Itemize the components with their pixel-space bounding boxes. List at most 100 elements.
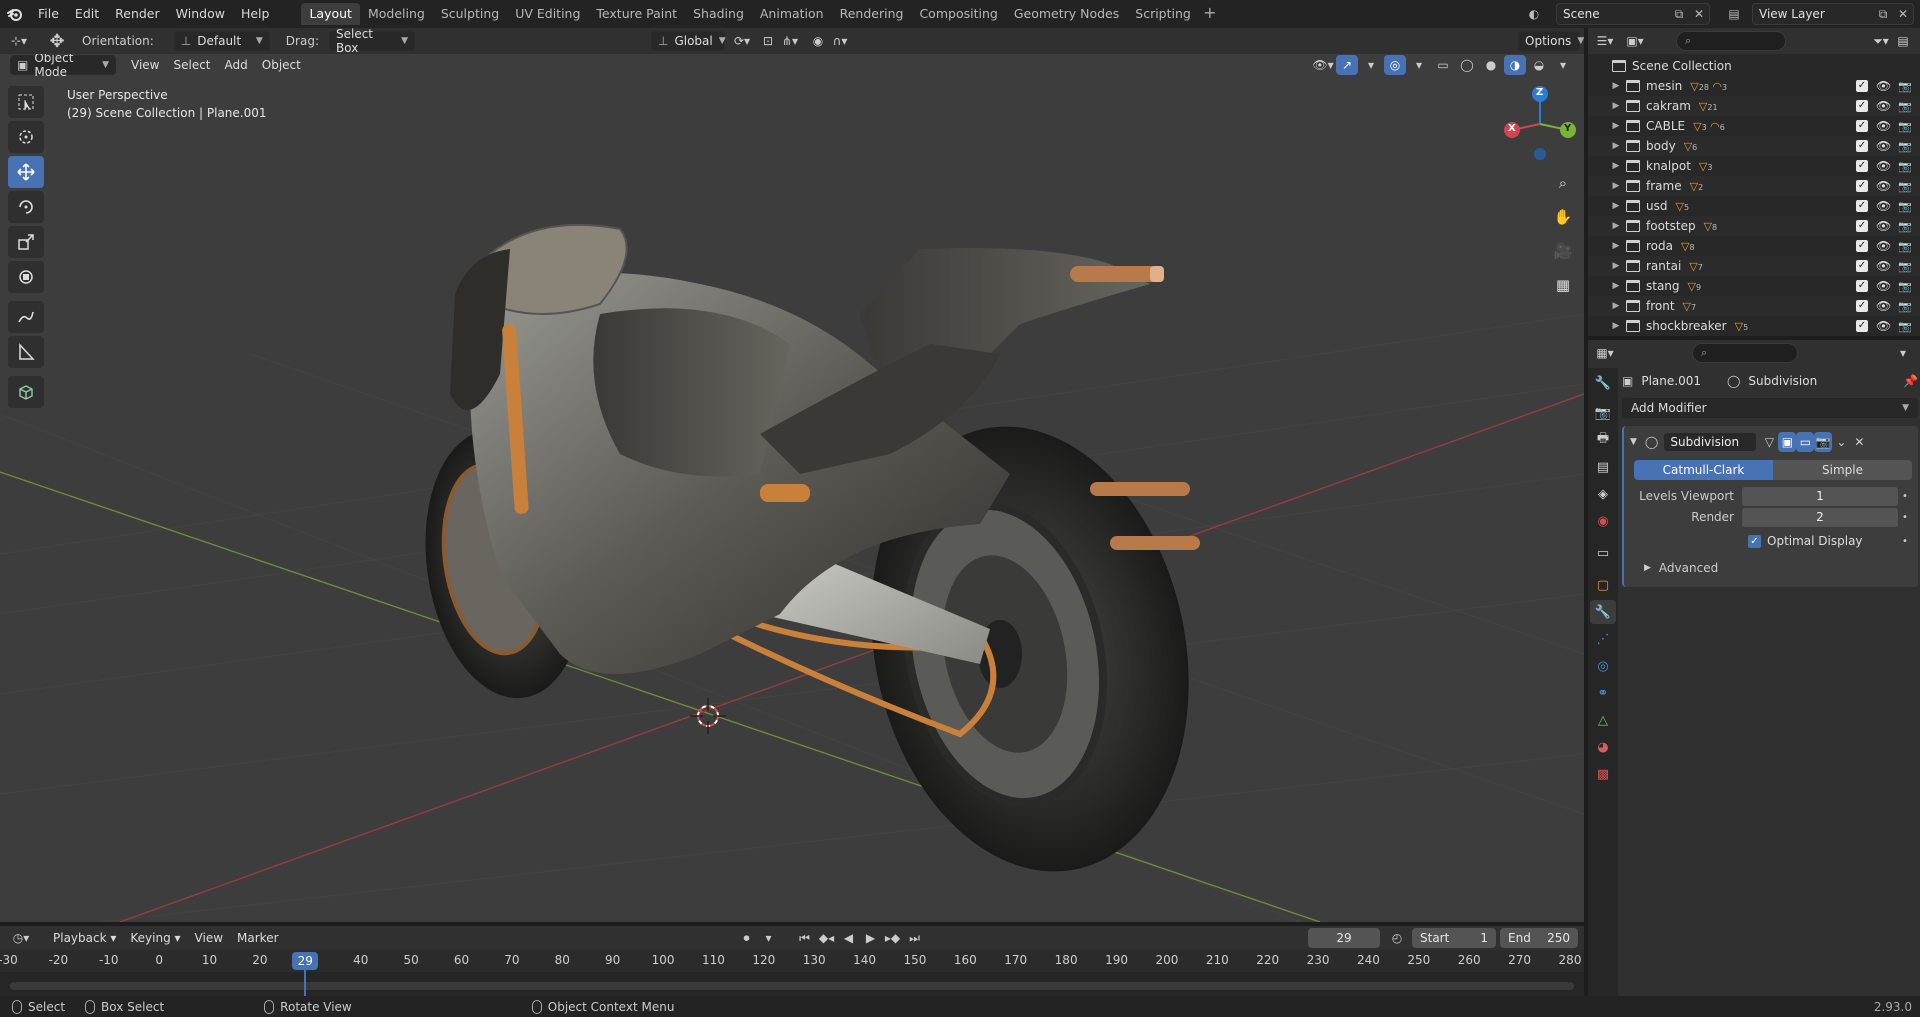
- properties-options-icon[interactable]: ▾: [1892, 343, 1914, 363]
- menu-marker[interactable]: Marker: [230, 928, 285, 948]
- physics-tab-icon[interactable]: ◎: [1590, 654, 1616, 678]
- outliner-collection-row[interactable]: ▶ footstep ▽8 ✓ 👁 📷: [1588, 216, 1920, 236]
- edit-mode-toggle-icon[interactable]: ▣: [1778, 432, 1797, 452]
- outliner-collection-row[interactable]: ▶ stang ▽9 ✓ 👁 📷: [1588, 276, 1920, 296]
- tab-shading[interactable]: Shading: [685, 3, 752, 25]
- pan-hand-icon[interactable]: ✋: [1548, 202, 1578, 232]
- exclude-checkbox[interactable]: ✓: [1856, 200, 1868, 212]
- exclude-checkbox[interactable]: ✓: [1856, 280, 1868, 292]
- exclude-checkbox[interactable]: ✓: [1856, 160, 1868, 172]
- constraints-tab-icon[interactable]: ⚭: [1590, 681, 1616, 705]
- tab-sculpting[interactable]: Sculpting: [433, 3, 507, 25]
- editor-type-icon[interactable]: ⊹▾: [8, 31, 30, 51]
- menu-object[interactable]: Object: [255, 55, 308, 75]
- exclude-checkbox[interactable]: ✓: [1856, 80, 1868, 92]
- auto-keying-icon[interactable]: ⏺: [736, 928, 758, 948]
- outliner-root-row[interactable]: Scene Collection: [1588, 56, 1920, 76]
- play-reverse-icon[interactable]: ◀: [838, 928, 860, 948]
- mesh-count-badge[interactable]: ▽9: [1688, 280, 1702, 293]
- render-camera-icon[interactable]: 📷: [1898, 80, 1912, 93]
- jump-start-icon[interactable]: ⏮: [794, 928, 816, 948]
- tab-rendering[interactable]: Rendering: [832, 3, 912, 25]
- navigation-gizmo[interactable]: Z X Y: [1500, 84, 1580, 164]
- tab-uv-editing[interactable]: UV Editing: [507, 3, 588, 25]
- visibility-icon[interactable]: 👁▾: [1312, 55, 1334, 75]
- outliner-collection-row[interactable]: ▶ shockbreaker ▽5 ✓ 👁 📷: [1588, 316, 1920, 336]
- keyframe-dot-icon[interactable]: •: [1898, 536, 1912, 547]
- solid-shading-icon[interactable]: ●: [1480, 55, 1502, 75]
- keying-set-icon[interactable]: ▾: [758, 928, 780, 948]
- properties-search-input[interactable]: ⌕: [1692, 343, 1798, 363]
- exclude-checkbox[interactable]: ✓: [1856, 240, 1868, 252]
- modifier-menu-icon[interactable]: ⌄: [1832, 432, 1850, 452]
- texture-tab-icon[interactable]: ▩: [1590, 762, 1616, 786]
- expand-arrow-icon[interactable]: ▶: [1610, 141, 1622, 151]
- view-layer-icon[interactable]: ▤: [1724, 4, 1744, 24]
- camera-icon[interactable]: 🎥: [1548, 236, 1578, 266]
- tab-modeling[interactable]: Modeling: [360, 3, 433, 25]
- menu-keying[interactable]: Keying ▾: [123, 928, 187, 948]
- eye-icon[interactable]: 👁: [1876, 159, 1891, 173]
- measure-icon[interactable]: [8, 336, 44, 368]
- menu-view[interactable]: View: [124, 55, 166, 75]
- xray-icon[interactable]: ▭: [1432, 55, 1454, 75]
- viewport-toggle-icon[interactable]: ▭: [1796, 432, 1815, 452]
- exclude-checkbox[interactable]: ✓: [1856, 100, 1868, 112]
- render-camera-icon[interactable]: 📷: [1898, 100, 1912, 113]
- perspective-grid-icon[interactable]: ▦: [1548, 270, 1578, 300]
- render-camera-icon[interactable]: 📷: [1898, 160, 1912, 173]
- timeline[interactable]: -30 -20 -10 0 10 20 29 40 50 60 70 80 90 100 110 120 130…: [0, 950, 1584, 996]
- next-keyframe-icon[interactable]: ▸◆: [882, 928, 904, 948]
- optimal-display-checkbox[interactable]: ✓: [1748, 534, 1761, 548]
- mesh-count-badge[interactable]: ▽5: [1735, 320, 1749, 333]
- expand-arrow-icon[interactable]: ▶: [1610, 321, 1622, 331]
- 3d-viewport[interactable]: ▣ Object Mode ▼ View Select Add Object 👁▾ …: [0, 54, 1584, 922]
- render-camera-icon[interactable]: 📷: [1898, 260, 1912, 273]
- tab-geometry-nodes[interactable]: Geometry Nodes: [1006, 3, 1127, 25]
- exclude-checkbox[interactable]: ✓: [1856, 140, 1868, 152]
- exclude-checkbox[interactable]: ✓: [1856, 120, 1868, 132]
- expand-arrow-icon[interactable]: ▶: [1610, 281, 1622, 291]
- expand-arrow-icon[interactable]: ▶: [1610, 301, 1622, 311]
- mesh-count-badge[interactable]: ▽28 ◠3: [1690, 80, 1727, 93]
- collection-tab-icon[interactable]: ▭: [1590, 541, 1616, 565]
- add-workspace-button[interactable]: +: [1199, 3, 1221, 25]
- expand-arrow-icon[interactable]: ▶: [1610, 221, 1622, 231]
- tool-tab-icon[interactable]: 🔧: [1590, 371, 1616, 395]
- snap-target-icon[interactable]: ⋔▾: [779, 31, 801, 51]
- prev-keyframe-icon[interactable]: ◆◂: [816, 928, 838, 948]
- render-levels-field[interactable]: 2: [1742, 507, 1898, 527]
- eye-icon[interactable]: 👁: [1876, 119, 1891, 133]
- transform-icon[interactable]: [8, 261, 44, 293]
- play-icon[interactable]: ▶: [860, 928, 882, 948]
- mesh-count-badge[interactable]: ▽3 ◠6: [1693, 120, 1725, 133]
- mesh-count-badge[interactable]: ▽3: [1699, 160, 1713, 173]
- expand-arrow-icon[interactable]: ▶: [1610, 121, 1622, 131]
- outliner-collection-row[interactable]: ▶ rantai ▽7 ✓ 👁 📷: [1588, 256, 1920, 276]
- view-layer-tab-icon[interactable]: ▤: [1590, 455, 1616, 479]
- expand-arrow-icon[interactable]: ▶: [1610, 241, 1622, 251]
- mesh-count-badge[interactable]: ▽5: [1675, 200, 1689, 213]
- blender-logo-icon[interactable]: [0, 0, 30, 28]
- render-camera-icon[interactable]: 📷: [1898, 240, 1912, 253]
- eye-icon[interactable]: 👁: [1876, 199, 1891, 213]
- render-camera-icon[interactable]: 📷: [1898, 280, 1912, 293]
- catmull-clark-button[interactable]: Catmull-Clark: [1634, 460, 1773, 480]
- eye-icon[interactable]: 👁: [1876, 179, 1891, 193]
- tab-layout[interactable]: Layout: [301, 3, 360, 25]
- timeline-scrollbar[interactable]: [10, 982, 1574, 990]
- levels-viewport-field[interactable]: 1: [1742, 486, 1898, 506]
- playhead-line[interactable]: [304, 970, 307, 996]
- filter-icon[interactable]: ⏷▾: [1870, 31, 1892, 51]
- end-frame-field[interactable]: End 250: [1500, 928, 1578, 948]
- menu-playback[interactable]: Playback ▾: [46, 928, 123, 948]
- expand-arrow-icon[interactable]: ▶: [1610, 201, 1622, 211]
- advanced-subpanel[interactable]: ▶ Advanced: [1630, 557, 1912, 579]
- object-tab-icon[interactable]: ▢: [1590, 573, 1616, 597]
- outliner-collection-row[interactable]: ▶ CABLE ▽3 ◠6 ✓ 👁 📷: [1588, 116, 1920, 136]
- tab-texture-paint[interactable]: Texture Paint: [588, 3, 685, 25]
- modifier-name-field[interactable]: Subdivision: [1664, 433, 1757, 451]
- material-tab-icon[interactable]: ◕: [1590, 735, 1616, 759]
- exclude-checkbox[interactable]: ✓: [1856, 220, 1868, 232]
- tab-scripting[interactable]: Scripting: [1127, 3, 1199, 25]
